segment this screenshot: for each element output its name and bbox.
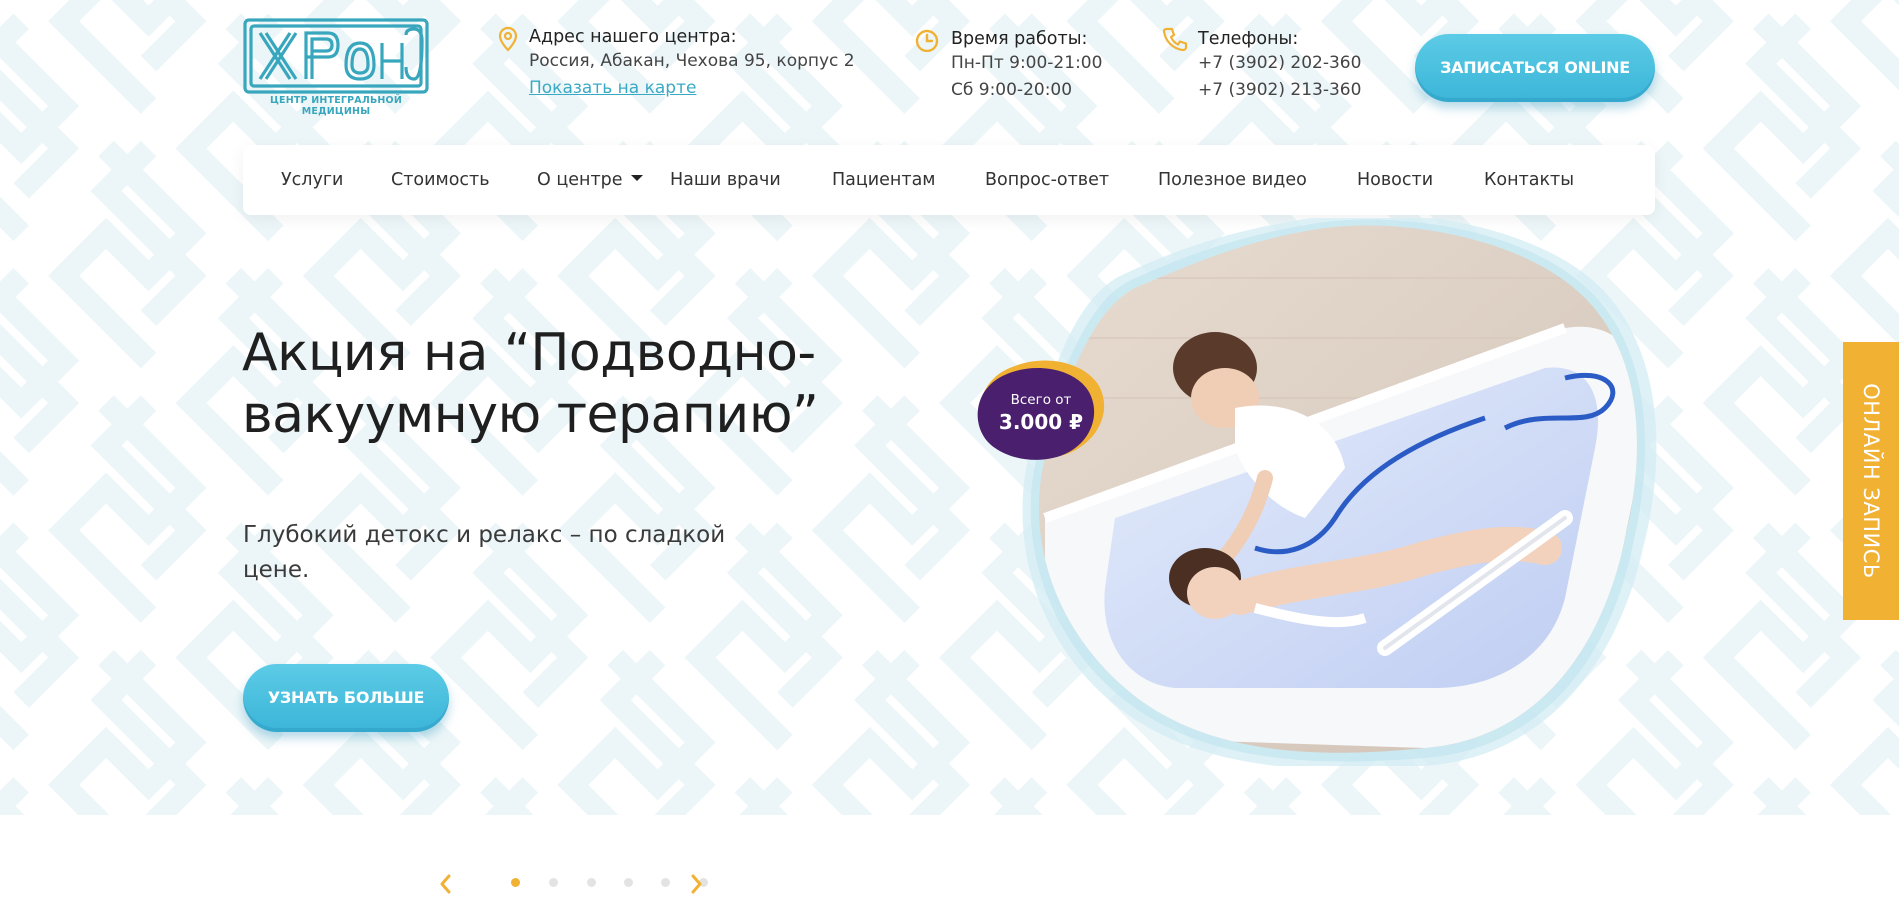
main-nav: Услуги Стоимость О центре Наши врачи Пац… — [243, 145, 1655, 215]
nav-item-patients[interactable]: Пациентам — [832, 145, 936, 215]
logo-subtitle: ЦЕНТР ИНТЕГРАЛЬНОЙ МЕДИЦИНЫ — [270, 95, 402, 117]
nav-item-label: О центре — [537, 170, 623, 190]
price-badge: Всего от 3.000 ₽ — [975, 356, 1107, 464]
logo[interactable]: ЦЕНТР ИНТЕГРАЛЬНОЙ МЕДИЦИНЫ — [242, 17, 430, 117]
clock-icon — [915, 29, 939, 52]
nav-item-label: Полезное видео — [1158, 170, 1307, 190]
show-on-map-link[interactable]: Показать на карте — [529, 75, 855, 102]
slider-dot-1[interactable] — [511, 878, 520, 887]
phone-1[interactable]: +7 (3902) 202-360 — [1198, 50, 1361, 77]
hero-title: Акция на “Подводно-вакуумную терапию” — [242, 323, 819, 445]
phone-icon — [1162, 27, 1188, 52]
nav-item-contacts[interactable]: Контакты — [1484, 145, 1574, 215]
nav-item-about[interactable]: О центре — [537, 145, 643, 215]
slider-dot-2[interactable] — [549, 878, 558, 887]
content-divider — [0, 815, 1899, 904]
price-label: Всего от — [1010, 392, 1072, 408]
chevron-right-icon[interactable] — [686, 872, 706, 896]
logo-mark — [243, 18, 429, 94]
slider-dot-5[interactable] — [661, 878, 670, 887]
price-value: 3.000 ₽ — [998, 410, 1084, 434]
nav-item-faq[interactable]: Вопрос-ответ — [985, 145, 1109, 215]
nav-item-label: Новости — [1357, 170, 1434, 190]
caret-down-icon — [630, 175, 643, 181]
map-pin-icon — [498, 26, 518, 52]
nav-item-label: Пациентам — [832, 170, 936, 190]
nav-item-label: Вопрос-ответ — [985, 170, 1110, 190]
nav-item-label: Контакты — [1484, 170, 1575, 190]
hero-image — [1022, 218, 1657, 766]
nav-item-label: Стоимость — [391, 170, 490, 190]
nav-item-prices[interactable]: Стоимость — [391, 145, 490, 215]
hours-weekdays: Пн-Пт 9:00-21:00 — [951, 53, 1103, 73]
address-value: Россия, Абакан, Чехова 95, корпус 2 — [529, 51, 855, 71]
learn-more-button[interactable]: УЗНАТЬ БОЛЬШЕ — [243, 664, 449, 732]
phone-2[interactable]: +7 (3902) 213-360 — [1198, 77, 1361, 104]
address-title: Адрес нашего центра: — [529, 27, 737, 47]
slider-dot-4[interactable] — [624, 878, 633, 887]
page: ЦЕНТР ИНТЕГРАЛЬНОЙ МЕДИЦИНЫ Адрес нашего… — [0, 0, 1899, 904]
nav-item-label: Услуги — [281, 170, 344, 190]
nav-item-label: Наши врачи — [670, 170, 781, 190]
nav-item-videos[interactable]: Полезное видео — [1158, 145, 1307, 215]
nav-item-news[interactable]: Новости — [1357, 145, 1433, 215]
hours-saturday: Сб 9:00-20:00 — [951, 80, 1073, 100]
nav-item-doctors[interactable]: Наши врачи — [670, 145, 781, 215]
nav-item-services[interactable]: Услуги — [281, 145, 343, 215]
book-online-button[interactable]: ЗАПИСАТЬСЯ ONLINE — [1415, 34, 1655, 102]
chevron-left-icon[interactable] — [436, 872, 456, 896]
hero-subtitle: Глубокий детокс и релакс – по сладкой це… — [243, 522, 726, 583]
slider-dot-3[interactable] — [587, 878, 596, 887]
side-tab-label: ОНЛАЙН ЗАПИСЬ — [1859, 383, 1883, 579]
hours-title: Время работы: — [951, 29, 1088, 49]
phones-title: Телефоны: — [1198, 29, 1299, 49]
online-booking-side-tab[interactable]: ОНЛАЙН ЗАПИСЬ — [1843, 342, 1899, 620]
